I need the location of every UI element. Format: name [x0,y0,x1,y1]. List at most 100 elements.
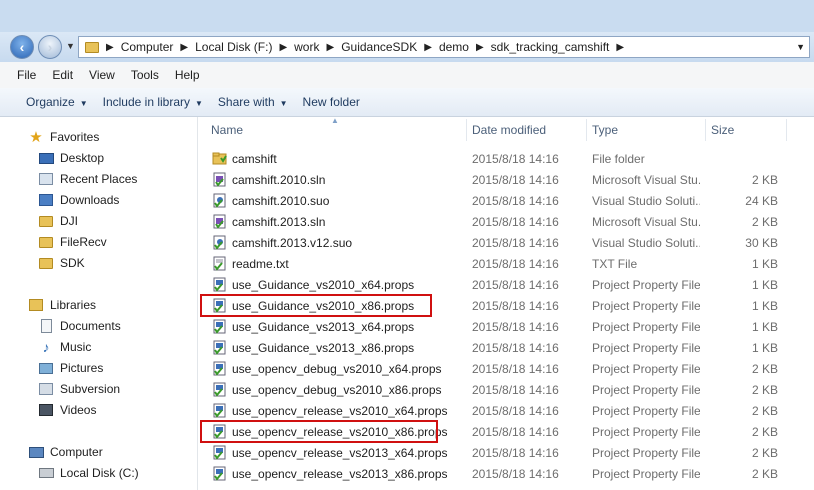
nav-downloads[interactable]: Downloads [38,190,119,210]
file-type: Microsoft Visual Stu... [592,173,700,187]
file-row[interactable]: use_Guidance_vs2013_x64.props 2015/8/18 1… [198,316,814,337]
nav-desktop[interactable]: Desktop [38,148,104,168]
file-date-modified: 2015/8/18 14:16 [472,404,559,418]
breadcrumb-guidancesdk[interactable]: ▶ GuidanceSDK [319,40,417,54]
folder-icon [85,41,99,53]
share-with-button[interactable]: Share with ▼ [218,95,303,109]
file-size: 1 KB [751,299,778,313]
breadcrumb-computer[interactable]: ▶ Computer [99,40,173,54]
file-type: Project Property File [592,341,700,355]
menu-help[interactable]: Help [167,68,208,82]
file-row[interactable]: camshift 2015/8/18 14:16 File folder [198,148,814,169]
history-dropdown-icon[interactable]: ▼ [66,41,75,51]
column-size[interactable]: Size [711,123,734,137]
libraries-icon [28,298,44,312]
file-name: use_Guidance_vs2013_x86.props [232,341,415,355]
menu-tools[interactable]: Tools [123,68,167,82]
nav-libraries[interactable]: Libraries [28,295,96,315]
column-date-modified[interactable]: Date modified [472,123,546,137]
file-row[interactable]: use_opencv_release_vs2010_x86.props 2015/… [198,420,814,443]
file-row[interactable]: use_opencv_debug_vs2010_x64.props 2015/8/… [198,358,814,379]
column-type[interactable]: Type [592,123,618,137]
file-row[interactable]: camshift.2013.v12.suo 2015/8/18 14:16 Visu… [198,232,814,253]
breadcrumb-local-disk-f[interactable]: ▶ Local Disk (F:) [173,40,272,54]
nav-computer[interactable]: Computer [28,442,103,462]
new-folder-button[interactable]: New folder [303,95,375,109]
file-size: 2 KB [751,362,778,376]
breadcrumb-demo[interactable]: ▶ demo [417,40,469,54]
downloads-icon [38,193,54,207]
file-type: Visual Studio Soluti... [592,236,700,250]
nav-subversion[interactable]: Subversion [38,379,120,399]
nav-favorites[interactable]: ★ Favorites [28,127,99,147]
address-bar[interactable]: ▶ Computer ▶ Local Disk (F:) ▶ work ▶ Guidan… [78,36,810,58]
folder-icon [212,151,227,166]
file-date-modified: 2015/8/18 14:16 [472,173,559,187]
nav-local-disk-c[interactable]: Local Disk (C:) [38,463,139,483]
nav-sdk[interactable]: SDK [38,253,85,273]
file-row[interactable]: use_opencv_release_vs2013_x86.props 2015/… [198,463,814,484]
breadcrumb-work[interactable]: ▶ work [272,40,319,54]
file-row[interactable]: use_Guidance_vs2010_x64.props 2015/8/18 1… [198,274,814,295]
file-size: 1 KB [751,278,778,292]
file-row[interactable]: camshift.2013.sln 2015/8/18 14:16 Microsof… [198,211,814,232]
file-row[interactable]: readme.txt 2015/8/18 14:16 TXT File 1 KB [198,253,814,274]
props-icon [212,277,227,292]
file-name: use_opencv_release_vs2013_x64.props [232,446,448,460]
file-row[interactable]: camshift.2010.suo 2015/8/18 14:16 Visual S… [198,190,814,211]
file-date-modified: 2015/8/18 14:16 [472,446,559,460]
file-type: Microsoft Visual Stu... [592,215,700,229]
file-row[interactable]: use_Guidance_vs2010_x86.props 2015/8/18 1… [198,294,814,317]
column-name[interactable]: Name [211,123,243,137]
drive-icon [38,466,54,480]
file-name: use_opencv_release_vs2013_x86.props [232,467,448,481]
file-type: Project Property File [592,278,700,292]
nav-dji[interactable]: DJI [38,211,78,231]
menu-edit[interactable]: Edit [44,68,81,82]
file-type: TXT File [592,257,638,271]
props-icon [212,361,227,376]
file-name: camshift.2010.sln [232,173,326,187]
column-headers: ▲ Name Date modified Type Size [198,116,814,141]
breadcrumb-sdk-tracking-camshift[interactable]: ▶ sdk_tracking_camshift [469,40,609,54]
file-size: 2 KB [751,173,778,187]
menu-bar: File Edit View Tools Help [0,62,814,89]
nav-music[interactable]: ♪ Music [38,337,92,357]
file-row[interactable]: use_opencv_release_vs2013_x64.props 2015/… [198,442,814,463]
nav-recent-places[interactable]: Recent Places [38,169,137,189]
forward-button[interactable]: › [38,35,62,59]
file-type: Project Property File [592,299,700,313]
props-icon [212,445,227,460]
file-date-modified: 2015/8/18 14:16 [472,152,559,166]
organize-button[interactable]: Organize ▼ [0,95,103,109]
file-row[interactable]: use_Guidance_vs2013_x86.props 2015/8/18 1… [198,337,814,358]
sort-ascending-icon: ▲ [331,116,339,125]
file-name: use_Guidance_vs2013_x64.props [232,320,415,334]
file-type: Project Property File [592,404,700,418]
txt-icon [212,256,227,271]
chevron-down-icon: ▼ [279,99,288,108]
file-name: camshift [232,152,277,166]
nav-filerecv[interactable]: FileRecv [38,232,107,252]
file-date-modified: 2015/8/18 14:16 [472,341,559,355]
file-size: 1 KB [751,320,778,334]
file-row[interactable]: use_opencv_release_vs2010_x64.props 2015/… [198,400,814,421]
menu-file[interactable]: File [0,68,44,82]
file-date-modified: 2015/8/18 14:16 [472,425,559,439]
nav-videos[interactable]: Videos [38,400,96,420]
props-icon [212,382,227,397]
nav-documents[interactable]: Documents [38,316,121,336]
star-icon: ★ [29,129,43,146]
back-button[interactable]: ‹ [10,35,34,59]
file-row[interactable]: camshift.2010.sln 2015/8/18 14:16 Microsof… [198,169,814,190]
nav-pictures[interactable]: Pictures [38,358,103,378]
file-date-modified: 2015/8/18 14:16 [472,194,559,208]
address-dropdown-icon[interactable]: ▼ [796,42,805,52]
file-size: 2 KB [751,425,778,439]
include-in-library-button[interactable]: Include in library ▼ [103,95,218,109]
desktop-icon [38,151,54,165]
file-date-modified: 2015/8/18 14:16 [472,236,559,250]
menu-view[interactable]: View [81,68,123,82]
file-type: Project Property File [592,362,700,376]
file-row[interactable]: use_opencv_debug_vs2010_x86.props 2015/8/… [198,379,814,400]
